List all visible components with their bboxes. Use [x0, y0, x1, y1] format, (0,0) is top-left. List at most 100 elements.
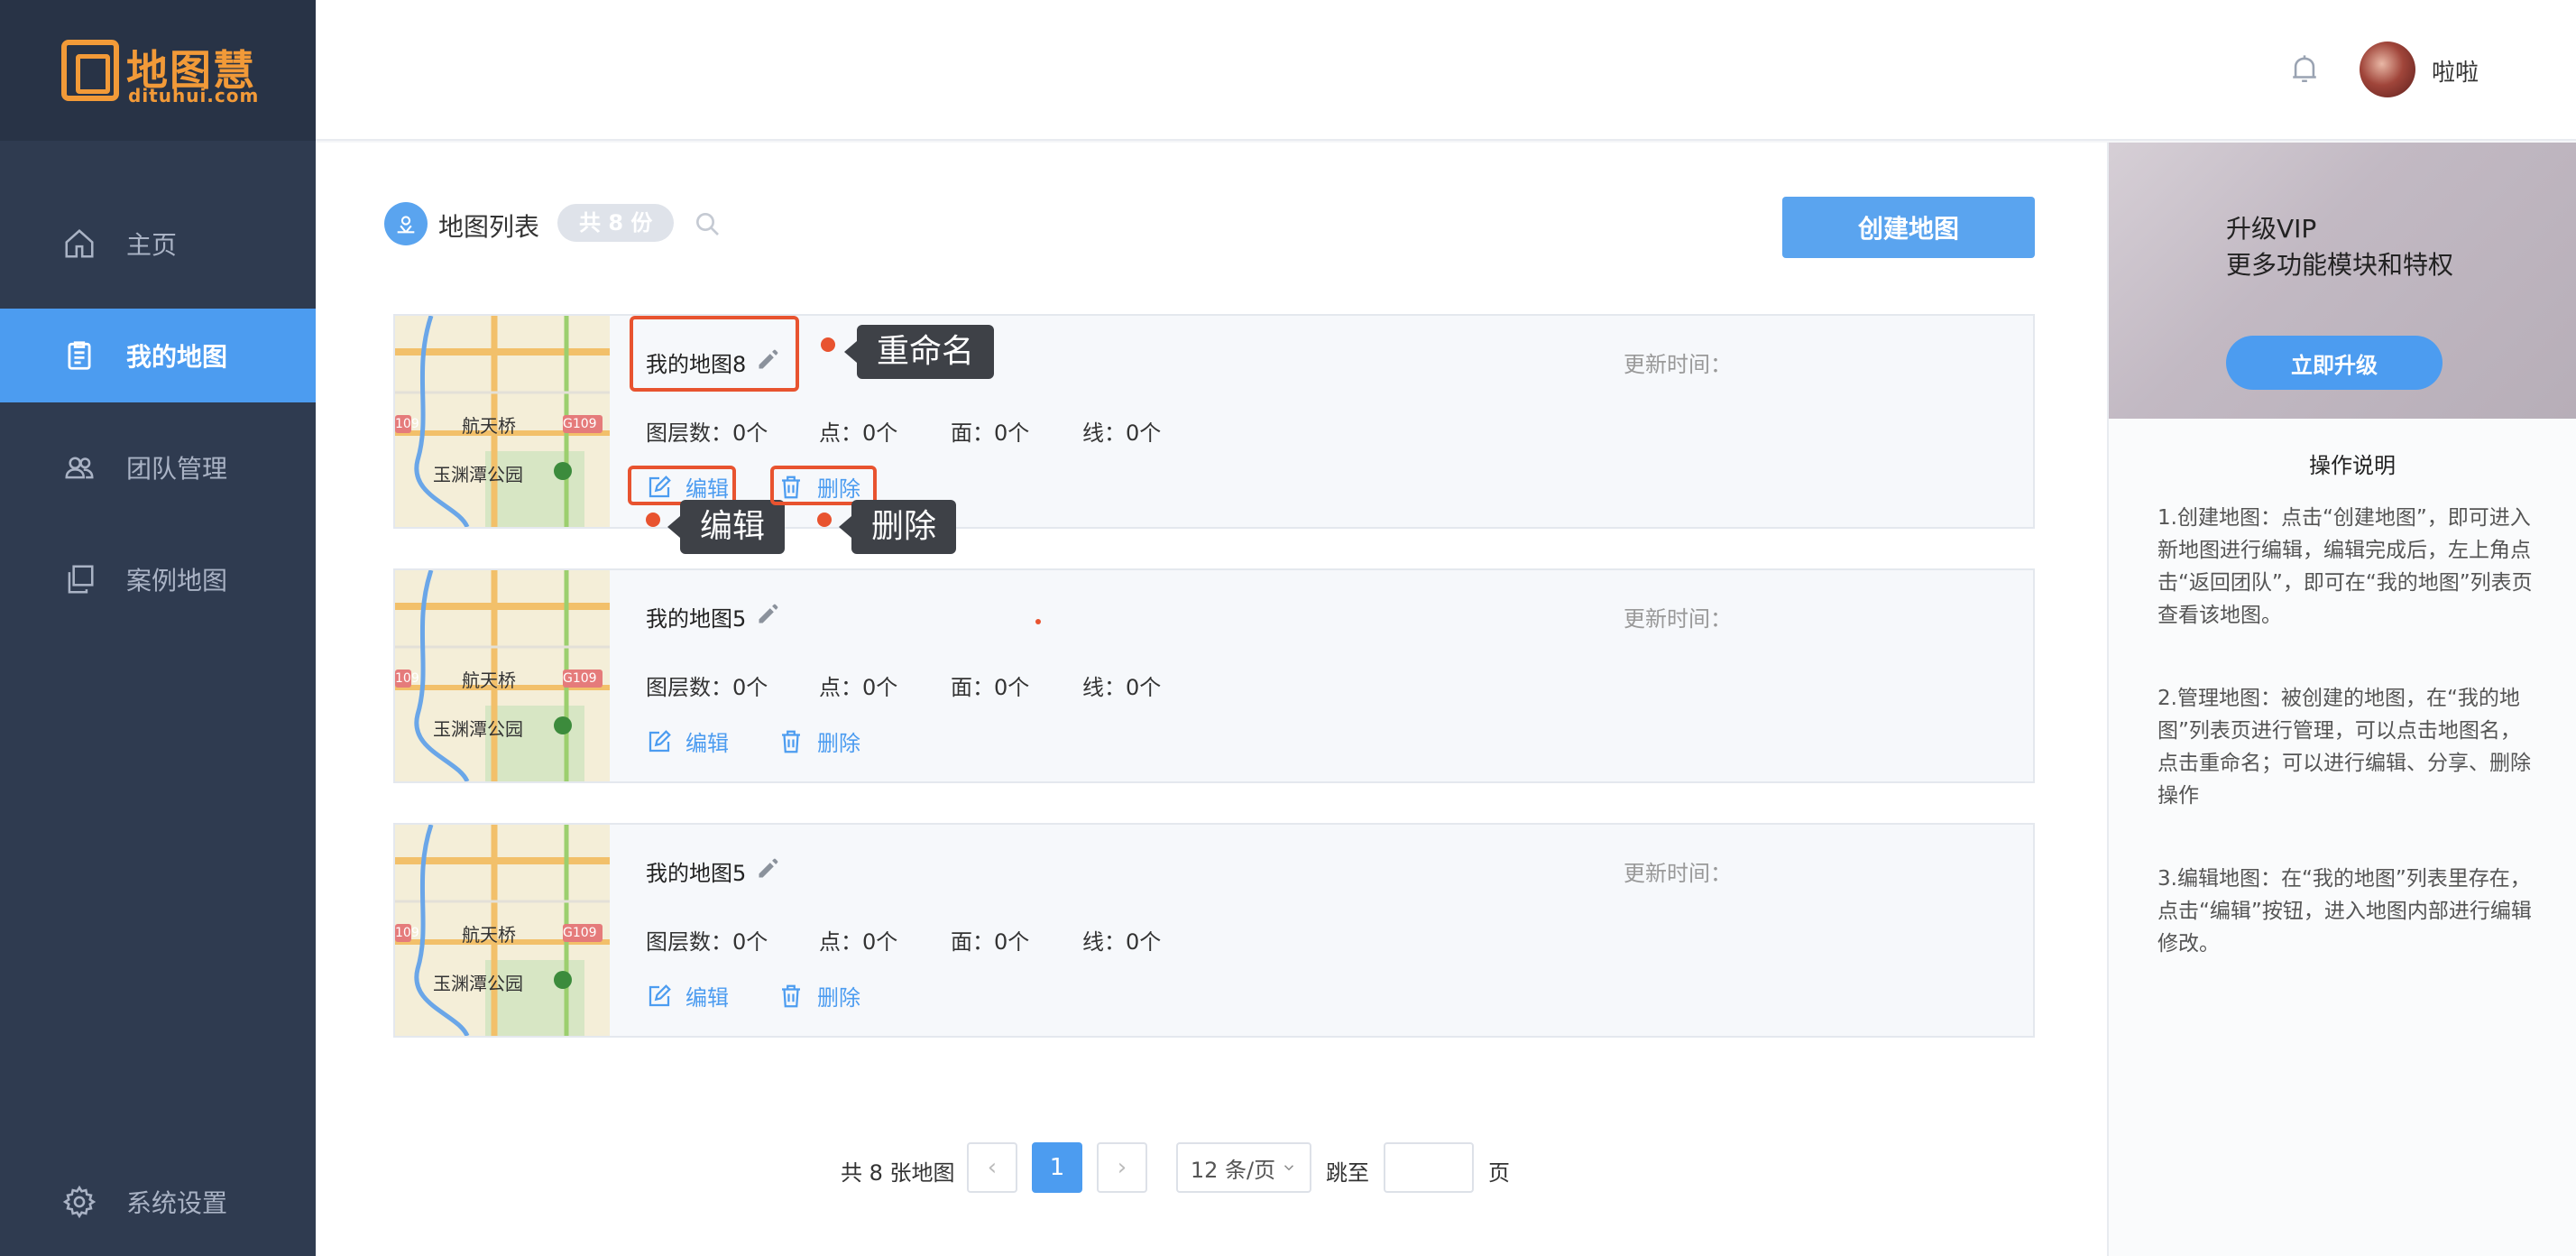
map-name[interactable]: 我的地图5	[646, 855, 746, 887]
map-card: 航天桥 G109 109 玉渊潭公园 我的地图5 更新时间： 图层数：0个 点：…	[393, 823, 2035, 1038]
edit-tooltip: 编辑	[667, 500, 786, 554]
thumb-label: G109	[563, 926, 597, 940]
updated-time-label: 更新时间：	[1624, 861, 1732, 886]
next-page-button[interactable]: ›	[1097, 1142, 1147, 1193]
delete-button[interactable]: 删除	[777, 725, 860, 757]
rename-tooltip: 重命名	[843, 325, 995, 379]
logo-icon	[61, 40, 119, 101]
annotation-dot	[821, 337, 835, 352]
sidebar-item-case-maps[interactable]: 案例地图	[0, 532, 316, 626]
logo[interactable]: 地图慧 dituhui.com	[0, 0, 316, 141]
edit-button[interactable]: 编辑	[646, 725, 729, 757]
map-thumbnail[interactable]: 航天桥 G109 109 玉渊潭公园	[395, 825, 610, 1036]
sidebar-item-label: 系统设置	[126, 1188, 228, 1218]
line-count: 线：0个	[1082, 929, 1162, 955]
layer-count: 图层数：0个	[646, 675, 768, 700]
vip-subtitle: 更多功能模块和特权	[2226, 250, 2454, 280]
page-unit-label: 页	[1488, 1160, 1510, 1186]
area-count: 面：0个	[951, 675, 1030, 700]
map-stats: 图层数：0个 点：0个 面：0个 线：0个	[646, 415, 1161, 447]
updated-time-label: 更新时间：	[1624, 352, 1732, 377]
edit-button[interactable]: 编辑	[646, 980, 729, 1011]
edit-icon	[649, 729, 671, 752]
pencil-icon[interactable]	[756, 601, 781, 626]
help-title: 操作说明	[2309, 453, 2396, 478]
search-icon[interactable]	[693, 209, 722, 238]
stray-dot	[1035, 619, 1041, 624]
thumb-label: 109	[395, 926, 419, 940]
help-item: 2.管理地图：被创建的地图，在“我的地图”列表页进行管理，可以点击地图名，点击重…	[2157, 687, 2531, 808]
copy-icon	[61, 561, 97, 597]
home-icon	[61, 226, 97, 262]
thumb-label: G109	[563, 417, 597, 431]
prev-page-button[interactable]: ‹	[967, 1142, 1017, 1193]
delete-label: 删除	[817, 731, 860, 756]
layer-count: 图层数：0个	[646, 420, 768, 446]
area-count: 面：0个	[951, 420, 1030, 446]
thumb-label: 玉渊潭公园	[433, 973, 523, 994]
edit-icon	[649, 984, 671, 1006]
thumb-label: 109	[395, 671, 419, 686]
page-size-select[interactable]: 12 条/页	[1176, 1142, 1311, 1193]
trash-icon	[782, 984, 800, 1007]
gear-icon	[61, 1184, 97, 1220]
avatar[interactable]	[2360, 42, 2415, 97]
point-count: 点：0个	[819, 929, 898, 955]
map-thumbnail[interactable]: 航天桥 G109 109 玉渊潭公园	[395, 570, 610, 781]
sidebar-item-label: 团队管理	[126, 454, 228, 484]
thumb-label: 玉渊潭公园	[433, 718, 523, 740]
help-item: 1.创建地图：点击“创建地图”，即可进入新地图进行编辑，编辑完成后，左上角点击“…	[2157, 506, 2533, 627]
annotation-dot	[646, 513, 660, 527]
username[interactable]: 啦啦	[2432, 54, 2479, 88]
sidebar-item-my-maps[interactable]: 我的地图	[0, 309, 316, 402]
vip-title: 升级VIP	[2226, 214, 2317, 244]
map-card: 航天桥 G109 109 玉渊潭公园 我的地图5 更新时间： 图层数：0个 点：…	[393, 568, 2035, 783]
create-map-button[interactable]: 创建地图	[1782, 197, 2035, 258]
upgrade-button[interactable]: 立即升级	[2226, 336, 2443, 390]
sidebar-item-label: 我的地图	[126, 342, 228, 372]
thumb-label: 109	[395, 417, 419, 431]
sidebar: 地图慧 dituhui.com 主页 我的地图 团队管理 案例地图 系统设置	[0, 0, 316, 1256]
sidebar-item-label: 主页	[126, 230, 178, 260]
pagination-total: 共 8 张地图	[841, 1160, 955, 1186]
map-name[interactable]: 我的地图5	[646, 601, 746, 633]
help-item: 3.编辑地图：在“我的地图”列表里存在，点击“编辑”按钮，进入地图内部进行编辑修…	[2157, 867, 2532, 956]
sidebar-item-team[interactable]: 团队管理	[0, 420, 316, 514]
sidebar-item-settings[interactable]: 系统设置	[0, 1155, 316, 1249]
area-count: 面：0个	[951, 929, 1030, 955]
pencil-icon[interactable]	[756, 855, 781, 881]
count-badge: 共 8 份	[557, 204, 675, 242]
line-count: 线：0个	[1082, 675, 1162, 700]
point-count: 点：0个	[819, 675, 898, 700]
sidebar-item-label: 案例地图	[126, 566, 228, 596]
point-count: 点：0个	[819, 420, 898, 446]
updated-time-label: 更新时间：	[1624, 606, 1732, 632]
map-list-icon	[384, 202, 428, 245]
line-count: 线：0个	[1082, 420, 1162, 446]
delete-label: 删除	[817, 985, 860, 1011]
goto-label: 跳至	[1326, 1160, 1369, 1186]
map-stats: 图层数：0个 点：0个 面：0个 线：0个	[646, 670, 1161, 701]
bell-icon[interactable]	[2289, 52, 2320, 87]
thumb-label: 航天桥	[462, 924, 516, 946]
edit-label: 编辑	[685, 985, 729, 1011]
page-size-value: 12 条/页	[1190, 1157, 1276, 1183]
page-title: 地图列表	[438, 212, 540, 242]
thumb-label: 航天桥	[462, 670, 516, 691]
thumb-label: 玉渊潭公园	[433, 464, 523, 485]
thumb-label: 航天桥	[462, 415, 516, 437]
map-thumbnail[interactable]: 航天桥 G109 109 玉渊潭公园	[395, 316, 610, 527]
trash-icon	[782, 730, 800, 753]
edit-label: 编辑	[685, 731, 729, 756]
sidebar-item-home[interactable]: 主页	[0, 197, 316, 291]
goto-page-input[interactable]	[1384, 1142, 1474, 1193]
page-button-1[interactable]: 1	[1032, 1142, 1082, 1193]
clipboard-icon	[61, 337, 97, 374]
thumb-label: G109	[563, 671, 597, 686]
delete-button[interactable]: 删除	[777, 980, 860, 1011]
team-icon	[61, 449, 97, 485]
rename-highlight	[630, 316, 799, 392]
delete-tooltip: 删除	[838, 500, 957, 554]
chevron-down-icon	[1284, 1165, 1294, 1171]
layer-count: 图层数：0个	[646, 929, 768, 955]
